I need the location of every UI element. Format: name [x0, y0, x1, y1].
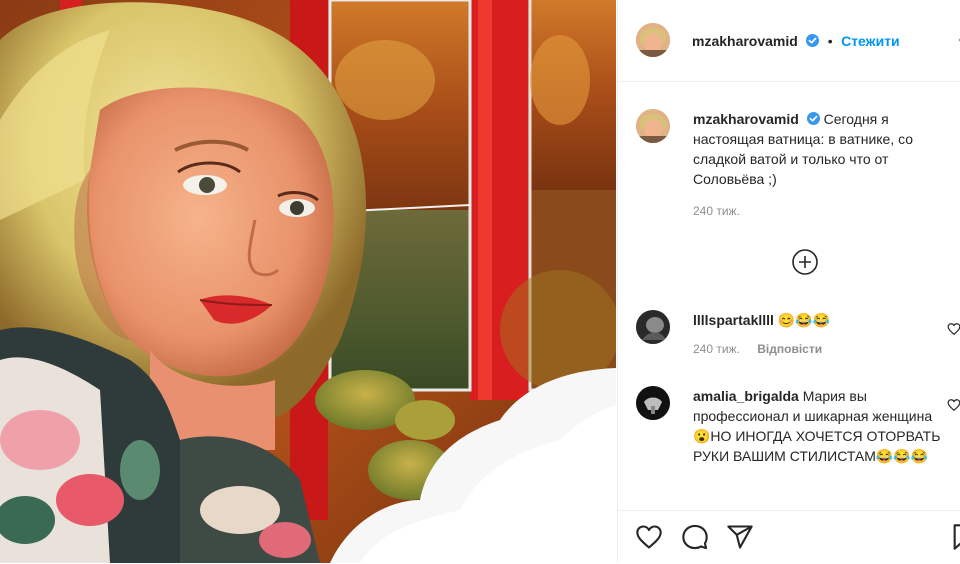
comment-text: 😊😂😂: [777, 312, 831, 328]
verified-badge-icon: [806, 112, 820, 125]
heart-icon[interactable]: [635, 523, 663, 551]
verified-badge-icon: [806, 34, 820, 47]
post-header: mzakharovamid • Стежити: [618, 0, 960, 82]
avatar[interactable]: [636, 386, 670, 420]
bookmark-icon[interactable]: [950, 523, 960, 551]
avatar-image: [636, 23, 670, 57]
post-sidebar: mzakharovamid • Стежити mzakharovamid Се…: [617, 0, 960, 563]
avatar-image: [636, 310, 670, 344]
comment-icon[interactable]: [681, 523, 709, 551]
caption-username[interactable]: mzakharovamid: [693, 111, 799, 127]
photo-illustration: [0, 0, 616, 563]
plus-circle-icon[interactable]: [791, 248, 819, 276]
follow-button[interactable]: Стежити: [841, 33, 900, 49]
comment-timestamp[interactable]: 240 тиж.: [693, 342, 740, 356]
post-photo[interactable]: [0, 0, 616, 563]
avatar-image: [636, 109, 670, 143]
header-separator: •: [827, 33, 833, 49]
comment-username[interactable]: llllspartakllll: [693, 312, 774, 328]
avatar[interactable]: [636, 23, 670, 57]
avatar-image: [636, 386, 670, 420]
avatar[interactable]: [636, 310, 670, 344]
comments-list[interactable]: mzakharovamid Сегодня я настоящая ватниц…: [618, 82, 960, 510]
comment-like-icon[interactable]: [947, 322, 960, 336]
caption-timestamp[interactable]: 240 тиж.: [693, 204, 740, 218]
comment-username[interactable]: amalia_brigalda: [693, 388, 799, 404]
action-bar: [618, 510, 960, 564]
share-icon[interactable]: [726, 523, 754, 551]
header-username[interactable]: mzakharovamid: [692, 33, 798, 49]
comment-like-icon[interactable]: [947, 398, 960, 412]
reply-button[interactable]: Відповісти: [757, 342, 822, 356]
avatar[interactable]: [636, 109, 670, 143]
